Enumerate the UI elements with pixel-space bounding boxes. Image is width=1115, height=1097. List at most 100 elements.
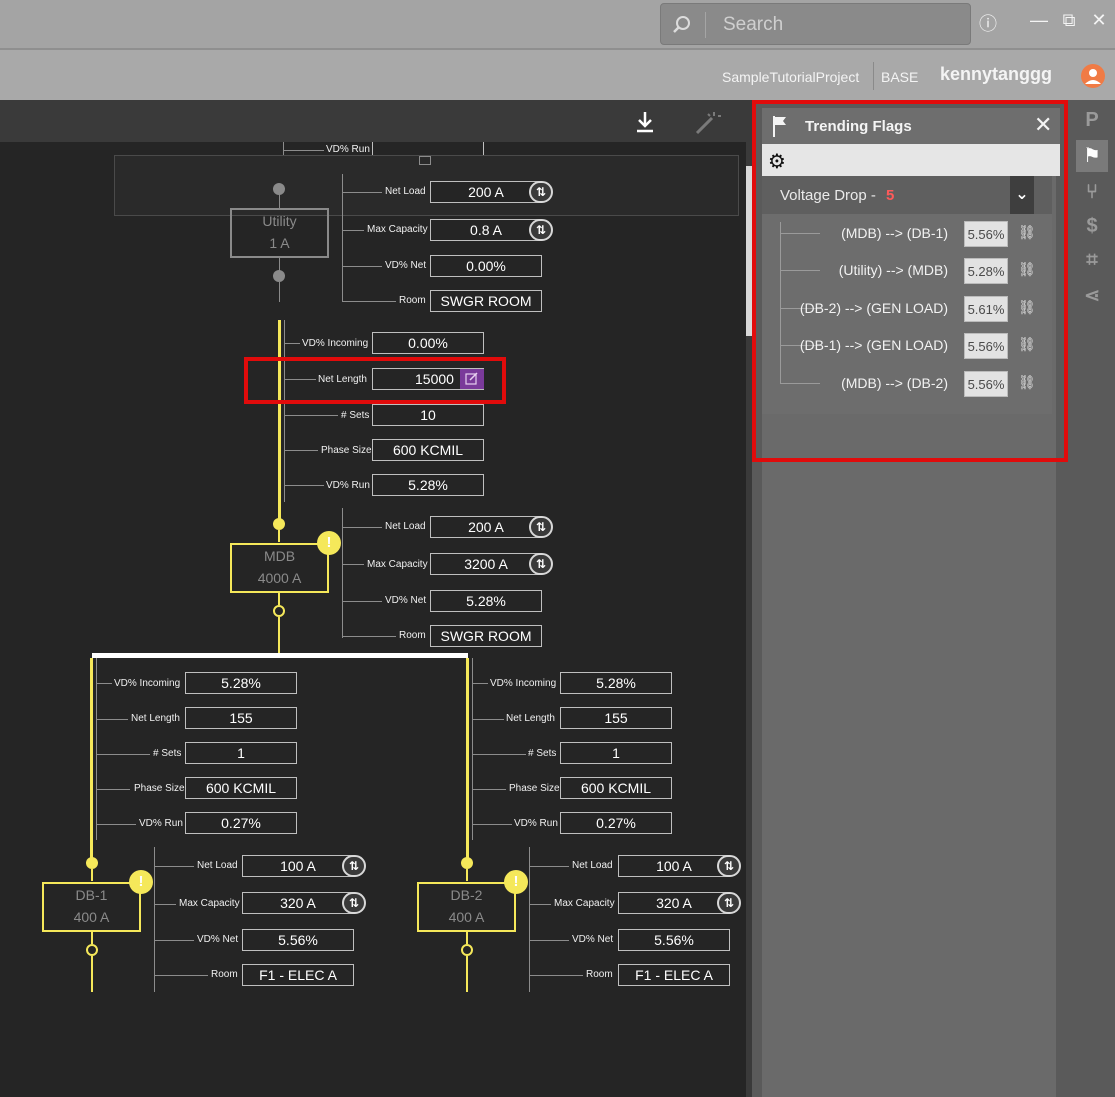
db2-bottom-connector: [461, 944, 473, 956]
swap-arrows-icon[interactable]: ⇅: [529, 181, 553, 203]
frame-handle[interactable]: [419, 156, 431, 165]
username[interactable]: kennytanggg: [940, 64, 1052, 85]
phase-size-label: Phase Size: [134, 783, 185, 794]
mdb-top-wire: [278, 530, 280, 542]
trending-flags-highlight: [752, 100, 1068, 462]
avatar[interactable]: [1081, 64, 1105, 88]
mdb-name: MDB: [263, 548, 296, 564]
net-load-label: Net Load: [572, 860, 613, 871]
field-leader: [472, 789, 506, 790]
vd-incoming-label: VD% Incoming: [302, 338, 369, 349]
db1-node[interactable]: DB-1 400 A: [42, 882, 141, 932]
edit-icon[interactable]: [460, 369, 484, 389]
info-icon[interactable]: ⓘ: [977, 10, 999, 36]
sets-label: # Sets: [153, 748, 182, 759]
swap-arrows-icon[interactable]: ⇅: [342, 855, 366, 877]
properties-icon[interactable]: P: [1076, 104, 1108, 136]
phase-size-field[interactable]: 600 KCMIL: [372, 439, 484, 461]
one-line-diagram-canvas[interactable]: VD% Run Utility 1 A Net Load 200 A ⇅ Max…: [0, 142, 746, 1097]
mdb-max-capacity-field[interactable]: 3200 A: [430, 553, 542, 575]
field-leader: [96, 719, 128, 720]
feeder-wire[interactable]: [466, 658, 469, 858]
warning-icon[interactable]: !: [317, 531, 341, 555]
warning-icon[interactable]: !: [504, 870, 528, 894]
swap-arrows-icon[interactable]: ⇅: [529, 219, 553, 241]
warning-icon[interactable]: !: [129, 870, 153, 894]
phase-size-field[interactable]: 600 KCMIL: [560, 777, 672, 799]
db2-vd-net-field[interactable]: 5.56%: [618, 929, 730, 951]
magic-wand-icon[interactable]: [694, 110, 722, 136]
db1-vd-net-field[interactable]: 5.56%: [242, 929, 354, 951]
project-name[interactable]: SampleTutorialProject: [722, 69, 859, 85]
mdb-rating: 4000 A: [257, 570, 302, 586]
sets-field[interactable]: 1: [185, 742, 297, 764]
search-divider: [705, 12, 706, 38]
net-length-label: Net Length: [318, 374, 367, 385]
swap-arrows-icon[interactable]: ⇅: [717, 892, 741, 914]
no-cost-icon[interactable]: $: [1076, 210, 1108, 242]
db1-net-load-field[interactable]: 100 A: [242, 855, 354, 877]
flag-tab-icon[interactable]: ⚑: [1076, 140, 1108, 172]
net-length-field[interactable]: 155: [185, 707, 297, 729]
vd-incoming-field[interactable]: 0.00%: [372, 332, 484, 354]
vd-run-field[interactable]: 0.27%: [185, 812, 297, 834]
utility-vd-net-field[interactable]: 0.00%: [430, 255, 542, 277]
db2-room-field[interactable]: F1 - ELEC A: [618, 964, 730, 986]
field-leader: [96, 824, 136, 825]
field-leader: [529, 940, 569, 941]
utility-room-field[interactable]: SWGR ROOM: [430, 290, 542, 312]
vd-incoming-field[interactable]: 5.28%: [560, 672, 672, 694]
phase-size-field[interactable]: 600 KCMIL: [185, 777, 297, 799]
utility-max-capacity-field[interactable]: 0.8 A: [430, 219, 542, 241]
mdb-vd-net-field[interactable]: 5.28%: [430, 590, 542, 612]
feeder-wire[interactable]: [278, 320, 281, 520]
swap-arrows-icon[interactable]: ⇅: [717, 855, 741, 877]
mdb-net-load-field[interactable]: 200 A: [430, 516, 542, 538]
minimize-button[interactable]: —: [1028, 10, 1050, 36]
swap-arrows-icon[interactable]: ⇅: [342, 892, 366, 914]
vd-run-field[interactable]: 0.27%: [560, 812, 672, 834]
utility-drop-wire: [279, 282, 280, 302]
net-length-field[interactable]: 155: [560, 707, 672, 729]
maximize-button[interactable]: ⧉: [1058, 10, 1080, 36]
max-capacity-label: Max Capacity: [554, 898, 615, 909]
branch-icon[interactable]: ⑂: [1076, 176, 1108, 208]
db2-net-load-field[interactable]: 100 A: [618, 855, 730, 877]
db1-room-field[interactable]: F1 - ELEC A: [242, 964, 354, 986]
vd-run-label: VD% Run: [139, 818, 183, 829]
db2-bottom-wire: [466, 932, 468, 944]
close-button[interactable]: ✕: [1088, 10, 1110, 36]
sets-field[interactable]: 1: [560, 742, 672, 764]
vd-run-label: VD% Run: [326, 480, 370, 491]
db1-max-capacity-field[interactable]: 320 A: [242, 892, 354, 914]
mdb-bus-bar[interactable]: [92, 653, 468, 658]
db2-node[interactable]: DB-2 400 A: [417, 882, 516, 932]
max-capacity-label: Max Capacity: [367, 559, 428, 570]
sets-field[interactable]: 10: [372, 404, 484, 426]
vd-run-field[interactable]: 5.28%: [372, 474, 484, 496]
grid-icon[interactable]: ⌗: [1076, 244, 1108, 276]
project-divider: [873, 62, 874, 90]
field-leader: [284, 379, 316, 380]
canvas-toolbar: [0, 100, 752, 142]
db2-max-capacity-field[interactable]: 320 A: [618, 892, 730, 914]
branch-name[interactable]: BASE: [881, 69, 918, 85]
net-load-label: Net Load: [385, 521, 426, 532]
swap-arrows-icon[interactable]: ⇅: [529, 553, 553, 575]
mdb-node[interactable]: MDB 4000 A: [230, 543, 329, 593]
feeder-wire[interactable]: [90, 658, 93, 858]
vd-net-label: VD% Net: [385, 595, 427, 606]
vd-incoming-field[interactable]: 5.28%: [185, 672, 297, 694]
field-leader: [342, 527, 382, 528]
mdb-room-field[interactable]: SWGR ROOM: [430, 625, 542, 647]
utility-node[interactable]: Utility 1 A: [230, 208, 329, 258]
field-leader: [472, 824, 512, 825]
download-icon[interactable]: [634, 110, 656, 134]
swap-arrows-icon[interactable]: ⇅: [529, 516, 553, 538]
utility-net-load-field[interactable]: 200 A: [430, 181, 542, 203]
search-input[interactable]: Search: [660, 3, 971, 45]
mdb-top-connector: [273, 518, 285, 530]
field-leader: [284, 485, 324, 486]
vd-net-label: VD% Net: [197, 934, 239, 945]
share-icon[interactable]: ⋖: [1076, 280, 1108, 312]
